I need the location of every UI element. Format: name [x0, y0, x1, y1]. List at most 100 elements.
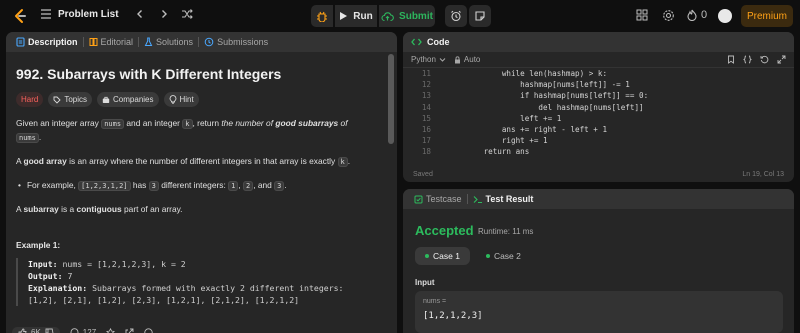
tab-submissions[interactable]: Submissions: [199, 32, 273, 52]
text: different integers:: [158, 180, 229, 190]
inline-code: 3: [148, 181, 159, 191]
inline-code: k: [337, 157, 348, 167]
label: Output:: [28, 271, 63, 281]
code-line: 13 if hashmap[nums[left]] == 0:: [403, 90, 794, 101]
tab-test-result[interactable]: Test Result: [468, 189, 539, 209]
code-brackets-icon: [411, 37, 422, 47]
code-line: 15 left += 1: [403, 113, 794, 124]
topics-tag[interactable]: Topics: [48, 92, 93, 107]
settings-gear-icon[interactable]: [662, 9, 675, 22]
problem-description-3: A subarray is a contiguous part of an ar…: [16, 203, 381, 216]
example-input: Input: nums = [1,2,1,2,3], k = 2: [28, 258, 381, 270]
thumbs-up-icon: [18, 328, 27, 333]
hint-tag[interactable]: Hint: [163, 92, 199, 107]
shuffle-icon[interactable]: [181, 8, 193, 20]
tab-solutions[interactable]: Solutions: [139, 32, 198, 52]
auto-mode-toggle[interactable]: Auto: [454, 55, 480, 64]
text: .: [347, 156, 351, 166]
leetcode-logo-icon[interactable]: [12, 8, 28, 24]
premium-button[interactable]: Premium: [741, 5, 793, 27]
submit-button[interactable]: Submit: [379, 5, 435, 27]
bullet-text: For example, [1,2,3,1,2] has 3 different…: [27, 179, 287, 193]
companies-tag[interactable]: Companies: [97, 92, 159, 107]
history-icon: [204, 37, 214, 47]
code-line: 12 hashmap[nums[left]] -= 1: [403, 79, 794, 90]
test-result-panel: Testcase Test Result Accepted Runtime: 1…: [403, 189, 794, 333]
thumbs-down-icon[interactable]: [45, 328, 54, 333]
code-line: 11 while len(hashmap) > k:: [403, 68, 794, 79]
description-scrollbar[interactable]: [388, 54, 394, 144]
value: 7: [62, 271, 73, 281]
inline-code: 2: [242, 181, 254, 191]
briefcase-icon: [102, 96, 110, 104]
notes-button[interactable]: [469, 5, 491, 27]
reset-icon[interactable]: [760, 55, 769, 64]
case-2-tab[interactable]: Case 2: [476, 247, 531, 265]
input-value-box: nums = [1,2,1,2,3]: [415, 291, 783, 333]
lightbulb-icon: [169, 95, 177, 104]
tab-testcase[interactable]: Testcase: [409, 189, 467, 209]
example-explanation: Explanation: Subarrays formed with exact…: [28, 282, 381, 294]
tab-solutions-label: Solutions: [156, 37, 194, 47]
run-button[interactable]: Run: [335, 5, 377, 27]
input-variable-name: nums =: [423, 298, 447, 305]
document-icon: [16, 37, 25, 47]
text: .: [284, 180, 287, 190]
tab-submissions-label: Submissions: [217, 37, 269, 47]
cloud-upload-icon: [381, 11, 394, 22]
line-text: return ans: [447, 147, 530, 157]
tab-editorial[interactable]: Editorial: [84, 32, 139, 52]
fullscreen-icon[interactable]: [777, 55, 786, 64]
comment-count: 127: [82, 327, 97, 333]
text: For example,: [26, 180, 79, 190]
debug-button[interactable]: [311, 5, 333, 27]
like-button[interactable]: 6K: [12, 326, 60, 333]
description-footer: 6K 127: [6, 322, 397, 333]
code-header-label: Code: [427, 37, 450, 47]
value: nums = [1,2,1,2,3], k = 2: [57, 259, 186, 269]
problem-description-1: Given an integer array nums and an integ…: [16, 117, 381, 145]
user-avatar[interactable]: [718, 9, 732, 23]
run-submit-group: Run Submit: [311, 5, 435, 27]
tab-description-label: Description: [28, 37, 78, 47]
code-line: 14 del hashmap[nums[left]]: [403, 102, 794, 113]
case-1-tab[interactable]: Case 1: [415, 247, 470, 265]
book-icon: [89, 37, 98, 47]
line-number: 17: [421, 136, 431, 146]
language-select[interactable]: Python: [411, 55, 446, 64]
example-bullet: • For example, [1,2,3,1,2] has 3 differe…: [18, 179, 381, 193]
share-icon[interactable]: [125, 328, 134, 333]
streak-counter[interactable]: 0: [687, 9, 707, 21]
help-icon[interactable]: [144, 327, 153, 333]
code-editor[interactable]: 11 while len(hashmap) > k: 12 hashmap[nu…: [403, 68, 794, 158]
problem-list-nav[interactable]: Problem List: [40, 8, 193, 20]
pass-dot-icon: [425, 254, 429, 258]
line-number: 11: [421, 69, 431, 78]
chevron-right-icon[interactable]: [159, 9, 169, 19]
inline-code: k: [182, 119, 193, 129]
chevron-down-icon: [439, 56, 446, 63]
timer-button[interactable]: [445, 5, 467, 27]
line-number: 16: [421, 125, 431, 135]
text: of: [338, 118, 348, 128]
comments-button[interactable]: 127: [70, 328, 96, 333]
run-label: Run: [353, 10, 373, 22]
case-2-label: Case 2: [493, 251, 521, 261]
cursor-position: Ln 19, Col 13: [742, 170, 784, 178]
tab-description[interactable]: Description: [11, 32, 83, 52]
text: .: [38, 132, 42, 142]
bookmark-icon[interactable]: [727, 55, 735, 64]
fire-icon: [687, 9, 697, 21]
layout-grid-icon[interactable]: [636, 9, 648, 21]
format-braces-icon[interactable]: [743, 55, 752, 64]
note-icon: [474, 10, 486, 22]
star-icon[interactable]: [106, 327, 116, 333]
line-number: 15: [421, 113, 431, 123]
text: is a: [58, 204, 77, 214]
editor-status-bar: Saved Ln 19, Col 13: [403, 166, 794, 182]
example-explanation-line2: [1,2], [2,1], [1,2], [2,3], [1,2,1], [2,…: [28, 295, 300, 305]
chevron-left-icon[interactable]: [135, 9, 145, 19]
code-line: 17 right += 1: [403, 135, 794, 146]
description-panel: Description Editorial Solutions Submissi…: [6, 32, 397, 333]
line-text: ans += right - left + 1: [447, 125, 608, 135]
